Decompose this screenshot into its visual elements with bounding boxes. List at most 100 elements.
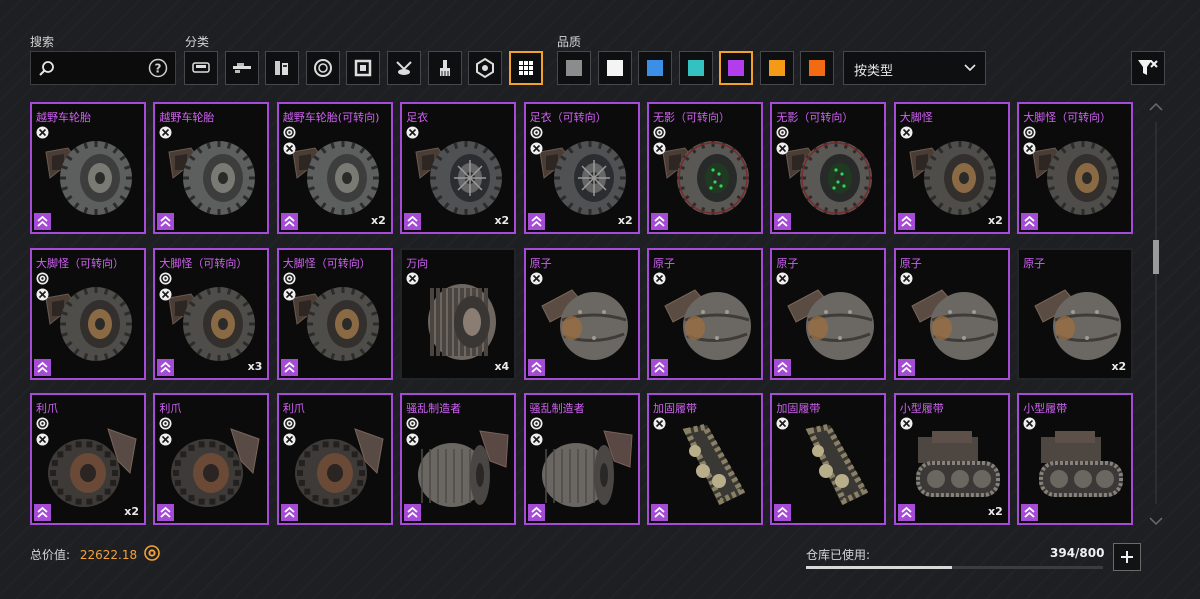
decor-icon bbox=[396, 61, 412, 75]
quality-filter-button[interactable] bbox=[597, 51, 632, 85]
help-icon[interactable]: ? bbox=[148, 58, 168, 78]
wrench-icon bbox=[653, 142, 666, 155]
search-box[interactable]: ? bbox=[30, 51, 176, 85]
item-card[interactable]: 无影（可转向） bbox=[770, 102, 887, 234]
item-name: 小型履带 bbox=[1023, 402, 1068, 415]
item-name: 原子 bbox=[1023, 256, 1046, 270]
rank-chevron-icon bbox=[157, 358, 175, 376]
scroll-up-icon[interactable] bbox=[1149, 102, 1163, 112]
wrench-icon bbox=[530, 433, 543, 446]
item-card[interactable]: 万向 x4 bbox=[400, 247, 517, 380]
quality-filter-button[interactable] bbox=[800, 51, 834, 85]
item-name: 骚乱制造者 bbox=[529, 402, 585, 415]
item-quantity: x2 bbox=[988, 505, 1003, 518]
item-badges bbox=[159, 272, 172, 301]
rank-chevron-icon bbox=[1021, 504, 1039, 521]
item-card[interactable]: 越野车轮胎 bbox=[30, 102, 146, 234]
item-name: 利爪 bbox=[36, 402, 58, 415]
quality-filter-button[interactable] bbox=[678, 51, 713, 85]
wrench-icon bbox=[283, 142, 296, 155]
search-input[interactable] bbox=[57, 58, 147, 80]
category-weapon-button[interactable] bbox=[224, 51, 259, 85]
item-name: 大脚怪 bbox=[899, 111, 933, 124]
item-badges bbox=[900, 126, 913, 139]
item-name: 足衣（可转向） bbox=[529, 111, 607, 124]
item-card[interactable]: 小型履带 bbox=[1017, 393, 1134, 525]
category-paint-brush-button[interactable] bbox=[427, 51, 462, 85]
category-sticker-button[interactable] bbox=[468, 51, 503, 85]
grid-all-icon bbox=[518, 61, 533, 75]
search-icon bbox=[39, 61, 54, 76]
category-label: 分类 bbox=[185, 35, 210, 49]
expand-storage-button[interactable] bbox=[1113, 543, 1141, 571]
svg-text:?: ? bbox=[155, 62, 162, 76]
steer-icon bbox=[653, 126, 666, 139]
quality-swatch bbox=[566, 60, 582, 76]
item-card[interactable]: 足衣（可转向） x2 bbox=[523, 102, 640, 234]
wrench-icon bbox=[776, 272, 789, 284]
scroll-down-icon[interactable] bbox=[1149, 516, 1163, 526]
steer-icon bbox=[283, 272, 296, 284]
category-grid-all-button[interactable] bbox=[508, 51, 543, 85]
item-image bbox=[540, 288, 628, 360]
item-name: 利爪 bbox=[282, 402, 305, 415]
item-card[interactable]: 加固履带 bbox=[770, 393, 887, 525]
scrollbar[interactable] bbox=[1148, 100, 1164, 530]
steer-icon bbox=[776, 126, 789, 139]
category-decor-button[interactable] bbox=[387, 51, 421, 85]
quality-filter-button[interactable] bbox=[719, 51, 753, 85]
item-name: 越野车轮胎 bbox=[159, 111, 215, 124]
item-card[interactable]: 大脚怪 x2 bbox=[893, 102, 1010, 234]
item-card[interactable]: 越野车轮胎(可转向) x2 bbox=[276, 102, 393, 234]
steer-icon bbox=[159, 272, 172, 284]
wrench-icon bbox=[653, 272, 666, 284]
item-badges bbox=[159, 126, 172, 139]
item-card[interactable]: 原子 x2 bbox=[1017, 247, 1134, 380]
item-image bbox=[415, 141, 503, 215]
item-card[interactable]: 原子 bbox=[893, 247, 1010, 380]
quality-filter-button[interactable] bbox=[557, 51, 591, 85]
item-card[interactable]: 无影（可转向） bbox=[647, 102, 763, 234]
item-card[interactable]: 原子 bbox=[523, 247, 640, 380]
clear-filter-button[interactable] bbox=[1131, 51, 1165, 85]
category-frame-button[interactable] bbox=[346, 51, 381, 85]
wrench-icon bbox=[900, 272, 913, 284]
quality-filter-button[interactable] bbox=[638, 51, 672, 85]
rank-chevron-icon bbox=[527, 358, 545, 376]
item-quantity: x3 bbox=[247, 359, 263, 373]
category-wheel-button[interactable] bbox=[305, 51, 340, 85]
category-module-button[interactable] bbox=[265, 51, 300, 85]
item-card[interactable]: 原子 bbox=[647, 247, 763, 380]
item-image bbox=[785, 141, 873, 215]
scroll-track[interactable] bbox=[1155, 122, 1157, 504]
item-card[interactable]: 大脚怪（可转向） x3 bbox=[153, 247, 270, 380]
item-badges bbox=[653, 126, 666, 155]
item-badges bbox=[406, 126, 419, 139]
item-card[interactable]: 大脚怪（可转向） bbox=[30, 247, 146, 380]
wrench-icon bbox=[530, 272, 543, 284]
wrench-icon bbox=[36, 288, 49, 300]
quality-filter-button[interactable] bbox=[759, 51, 794, 85]
item-card[interactable]: 利爪 bbox=[153, 393, 270, 525]
item-name: 大脚怪（可转向） bbox=[1023, 111, 1112, 124]
item-card[interactable]: 小型履带 x2 bbox=[893, 393, 1010, 525]
sort-dropdown[interactable]: 按类型 bbox=[843, 51, 986, 85]
item-card[interactable]: 加固履带 bbox=[647, 393, 763, 525]
item-card[interactable]: 大脚怪（可转向） bbox=[276, 247, 393, 380]
item-card[interactable]: 越野车轮胎 bbox=[153, 102, 270, 234]
scroll-thumb[interactable] bbox=[1153, 240, 1159, 274]
steer-icon bbox=[406, 417, 419, 430]
item-card[interactable]: 利爪 x2 bbox=[30, 393, 146, 525]
rank-chevron-icon bbox=[34, 504, 51, 521]
wrench-icon bbox=[159, 126, 172, 139]
rank-chevron-icon bbox=[897, 358, 915, 376]
item-card[interactable]: 足衣 x2 bbox=[400, 102, 517, 234]
item-card[interactable]: 大脚怪（可转向） bbox=[1017, 102, 1134, 234]
item-card[interactable]: 利爪 bbox=[276, 393, 393, 525]
category-cabin-button[interactable] bbox=[184, 51, 218, 85]
item-badges bbox=[776, 126, 789, 155]
item-card[interactable]: 骚乱制造者 bbox=[400, 393, 517, 525]
item-quantity: x2 bbox=[124, 505, 139, 518]
item-card[interactable]: 原子 bbox=[770, 247, 887, 380]
item-card[interactable]: 骚乱制造者 bbox=[523, 393, 640, 525]
